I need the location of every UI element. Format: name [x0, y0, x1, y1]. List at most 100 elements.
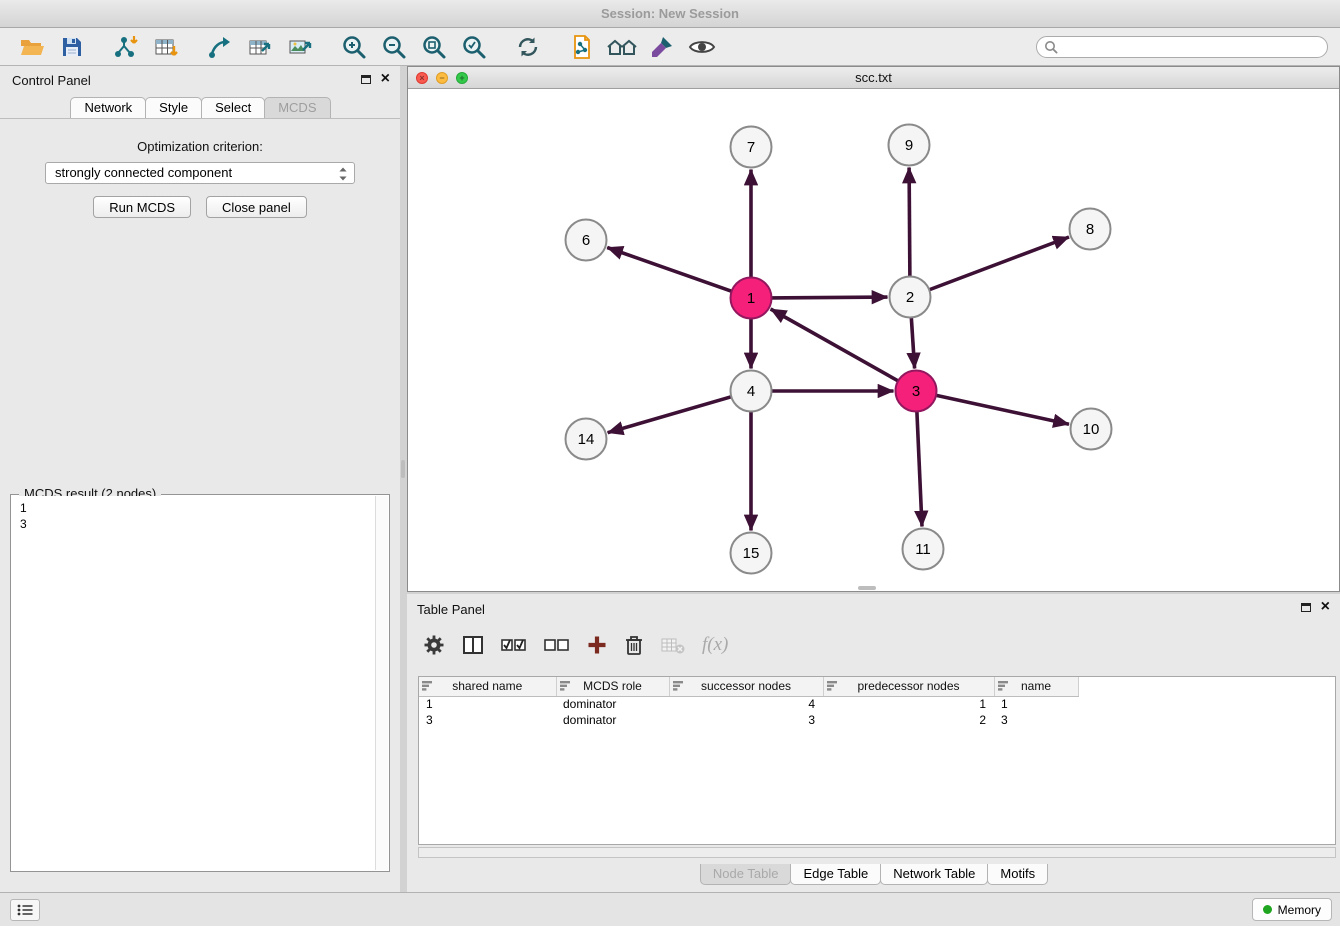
- column-header-MCDS-role[interactable]: MCDS role: [556, 677, 669, 696]
- delete-column-button[interactable]: [624, 634, 644, 656]
- column-header-name[interactable]: name: [994, 677, 1078, 696]
- graph-node-15[interactable]: 15: [731, 533, 772, 574]
- column-header-predecessor-nodes[interactable]: predecessor nodes: [823, 677, 994, 696]
- graph-node-4[interactable]: 4: [731, 371, 772, 412]
- refresh-layout-button[interactable]: [508, 31, 548, 63]
- table-cell[interactable]: 3: [669, 712, 823, 728]
- zoom-out-button[interactable]: [374, 31, 414, 63]
- minimize-window-icon[interactable]: −: [436, 72, 448, 84]
- graph-edge-4-14[interactable]: [608, 396, 734, 433]
- home-pair-button[interactable]: [602, 31, 642, 63]
- network-graph: 7 9 6 8 1 2 4 3 14 10 15 11: [408, 89, 1339, 591]
- graph-node-6[interactable]: 6: [566, 220, 607, 261]
- maximize-window-icon[interactable]: +: [456, 72, 468, 84]
- svg-text:4: 4: [747, 383, 755, 400]
- import-table-button[interactable]: [146, 31, 186, 63]
- result-item[interactable]: 3: [20, 516, 375, 532]
- table-cell[interactable]: 1: [994, 696, 1078, 712]
- graph-edge-3-11[interactable]: [917, 410, 922, 527]
- column-header-shared-name[interactable]: shared name: [419, 677, 556, 696]
- graph-edge-2-3[interactable]: [911, 316, 914, 369]
- tab-node-table[interactable]: Node Table: [700, 864, 792, 885]
- vertical-splitter-handle[interactable]: [401, 460, 405, 478]
- table-cell[interactable]: 2: [823, 712, 994, 728]
- table-cell[interactable]: 3: [994, 712, 1078, 728]
- result-item[interactable]: 1: [20, 500, 375, 516]
- result-scrollbar[interactable]: [375, 496, 388, 870]
- float-panel-icon[interactable]: [361, 75, 371, 84]
- table-row[interactable]: 1dominator411: [419, 696, 1078, 712]
- column-header-successor-nodes[interactable]: successor nodes: [669, 677, 823, 696]
- show-graphics-details-button[interactable]: [682, 31, 722, 63]
- show-column-button[interactable]: [462, 634, 484, 656]
- criterion-dropdown[interactable]: strongly connected component: [45, 162, 355, 184]
- zoom-selected-icon: [461, 34, 487, 60]
- graph-edge-3-10[interactable]: [934, 395, 1069, 424]
- zoom-fit-button[interactable]: [414, 31, 454, 63]
- graph-edge-2-8[interactable]: [927, 237, 1069, 291]
- function-builder-button[interactable]: f(x): [702, 634, 728, 656]
- task-history-button[interactable]: [10, 899, 40, 921]
- zoom-selected-button[interactable]: [454, 31, 494, 63]
- apply-style-button[interactable]: [642, 31, 682, 63]
- table-cell[interactable]: dominator: [556, 696, 669, 712]
- table-cell[interactable]: 3: [419, 712, 556, 728]
- graph-node-7[interactable]: 7: [731, 127, 772, 168]
- table-cell[interactable]: dominator: [556, 712, 669, 728]
- import-network-button[interactable]: [106, 31, 146, 63]
- new-network-icon: [207, 34, 233, 60]
- close-table-panel-icon[interactable]: ×: [1321, 601, 1330, 613]
- zoom-in-button[interactable]: [334, 31, 374, 63]
- table-horizontal-scrollbar[interactable]: [418, 847, 1336, 858]
- close-window-icon[interactable]: ×: [416, 72, 428, 84]
- tab-edge-table[interactable]: Edge Table: [790, 864, 881, 885]
- column-header-label: predecessor nodes: [857, 679, 959, 693]
- table-cell[interactable]: 4: [669, 696, 823, 712]
- delete-table-button[interactable]: [661, 635, 685, 655]
- graph-edge-1-2[interactable]: [770, 297, 888, 298]
- network-window-title: scc.txt: [408, 67, 1339, 89]
- tab-mcds[interactable]: MCDS: [264, 97, 330, 118]
- graph-node-2[interactable]: 2: [890, 277, 931, 318]
- tab-select[interactable]: Select: [201, 97, 265, 118]
- select-all-columns-button[interactable]: [501, 636, 527, 654]
- search-input[interactable]: [1036, 36, 1328, 58]
- tab-network-table[interactable]: Network Table: [880, 864, 988, 885]
- gear-icon: [423, 634, 445, 656]
- clone-network-button[interactable]: [562, 31, 602, 63]
- tab-motifs[interactable]: Motifs: [987, 864, 1048, 885]
- network-window-titlebar[interactable]: × − + scc.txt: [408, 67, 1339, 89]
- unselect-all-columns-button[interactable]: [544, 636, 570, 654]
- save-session-button[interactable]: [52, 31, 92, 63]
- run-mcds-button[interactable]: Run MCDS: [93, 196, 191, 218]
- graph-node-9[interactable]: 9: [889, 125, 930, 166]
- settings-gear-button[interactable]: [423, 634, 445, 656]
- new-network-button[interactable]: [200, 31, 240, 63]
- graph-node-1[interactable]: 1: [731, 278, 772, 319]
- tab-network[interactable]: Network: [70, 97, 146, 118]
- export-image-button[interactable]: [280, 31, 320, 63]
- graph-edge-3-1[interactable]: [771, 309, 900, 382]
- graph-node-3[interactable]: 3: [896, 371, 937, 412]
- memory-button[interactable]: Memory: [1252, 898, 1332, 921]
- new-table-button[interactable]: [240, 31, 280, 63]
- svg-text:11: 11: [915, 541, 931, 558]
- float-table-panel-icon[interactable]: [1301, 603, 1311, 612]
- horizontal-splitter-handle[interactable]: [858, 586, 876, 590]
- columns-icon: [462, 634, 484, 656]
- table-cell[interactable]: 1: [823, 696, 994, 712]
- close-panel-icon[interactable]: ×: [381, 73, 390, 85]
- add-column-button[interactable]: [587, 635, 607, 655]
- table-row[interactable]: 3dominator323: [419, 712, 1078, 728]
- graph-node-11[interactable]: 11: [903, 529, 944, 570]
- graph-edge-1-6[interactable]: [607, 248, 733, 292]
- table-cell[interactable]: 1: [419, 696, 556, 712]
- graph-edge-2-9[interactable]: [909, 168, 910, 279]
- graph-node-14[interactable]: 14: [566, 419, 607, 460]
- graph-node-8[interactable]: 8: [1070, 209, 1111, 250]
- graph-node-10[interactable]: 10: [1071, 409, 1112, 450]
- open-folder-button[interactable]: [12, 31, 52, 63]
- network-canvas[interactable]: 7 9 6 8 1 2 4 3 14 10 15 11: [408, 89, 1339, 591]
- tab-style[interactable]: Style: [145, 97, 202, 118]
- close-panel-button[interactable]: Close panel: [206, 196, 307, 218]
